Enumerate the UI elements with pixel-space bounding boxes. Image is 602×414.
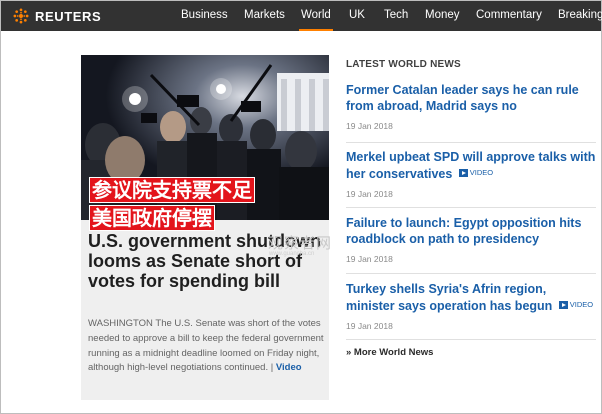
news-item-title[interactable]: Turkey shells Syria's Afrin region, mini…: [346, 281, 596, 314]
news-item: Turkey shells Syria's Afrin region, mini…: [346, 281, 596, 331]
watermark-text: 观察者网: [268, 234, 333, 252]
summary-separator: |: [270, 362, 274, 374]
feature-story-card[interactable]: 参议院支持票不足 美国政府停摆 U.S. government shutdown…: [81, 55, 329, 400]
reuters-logo-icon: [13, 8, 29, 24]
news-item-title[interactable]: Failure to launch: Egypt opposition hits…: [346, 215, 596, 247]
play-icon: [558, 301, 568, 309]
news-item-title[interactable]: Former Catalan leader says he can rule f…: [346, 82, 596, 114]
divider: [346, 207, 596, 208]
latest-news-heading: LATEST WORLD NEWS: [346, 59, 461, 70]
news-item-date: 19 Jan 2018: [346, 321, 393, 331]
play-icon: [458, 169, 468, 177]
divider: [346, 142, 596, 143]
feature-video-link[interactable]: Video: [276, 362, 302, 373]
video-badge-label: VIDEO: [569, 300, 594, 309]
nav-item-markets[interactable]: Markets: [244, 9, 285, 21]
nav-item-breakingviews[interactable]: Breakingviews: [558, 9, 602, 21]
nav-item-business[interactable]: Business: [181, 9, 228, 21]
reuters-logo[interactable]: REUTERS: [12, 7, 104, 25]
news-item: Former Catalan leader says he can rule f…: [346, 82, 596, 131]
video-badge[interactable]: VIDEO: [558, 297, 594, 313]
brand-name: REUTERS: [35, 8, 102, 24]
video-badge-label: VIDEO: [469, 168, 494, 177]
divider: [346, 273, 596, 274]
nav-item-uk[interactable]: UK: [349, 9, 365, 21]
nav-item-money[interactable]: Money: [425, 9, 460, 21]
feature-summary: WASHINGTON The U.S. Senate was short of …: [88, 317, 324, 376]
watermark-url: www.guancha.cn: [269, 251, 315, 257]
news-item-title-text[interactable]: Turkey shells Syria's Afrin region, mini…: [346, 282, 552, 313]
cn-overlay-line-1: 参议院支持票不足: [89, 177, 255, 203]
news-item: Failure to launch: Egypt opposition hits…: [346, 215, 596, 264]
nav-item-world[interactable]: World: [299, 9, 333, 31]
divider: [346, 339, 596, 340]
news-item-date: 19 Jan 2018: [346, 254, 393, 264]
cn-overlay-line-2: 美国政府停摆: [89, 205, 215, 231]
nav-item-commentary[interactable]: Commentary: [476, 9, 542, 21]
nav-item-tech[interactable]: Tech: [384, 9, 408, 21]
video-badge[interactable]: VIDEO: [458, 165, 494, 181]
news-item-date: 19 Jan 2018: [346, 121, 393, 131]
top-nav-bar: REUTERS Business Markets World UK Tech M…: [1, 1, 602, 31]
news-item: Merkel upbeat SPD will approve talks wit…: [346, 149, 596, 199]
news-item-title[interactable]: Merkel upbeat SPD will approve talks wit…: [346, 149, 596, 182]
news-item-date: 19 Jan 2018: [346, 189, 393, 199]
more-world-news-link[interactable]: » More World News: [346, 347, 433, 358]
